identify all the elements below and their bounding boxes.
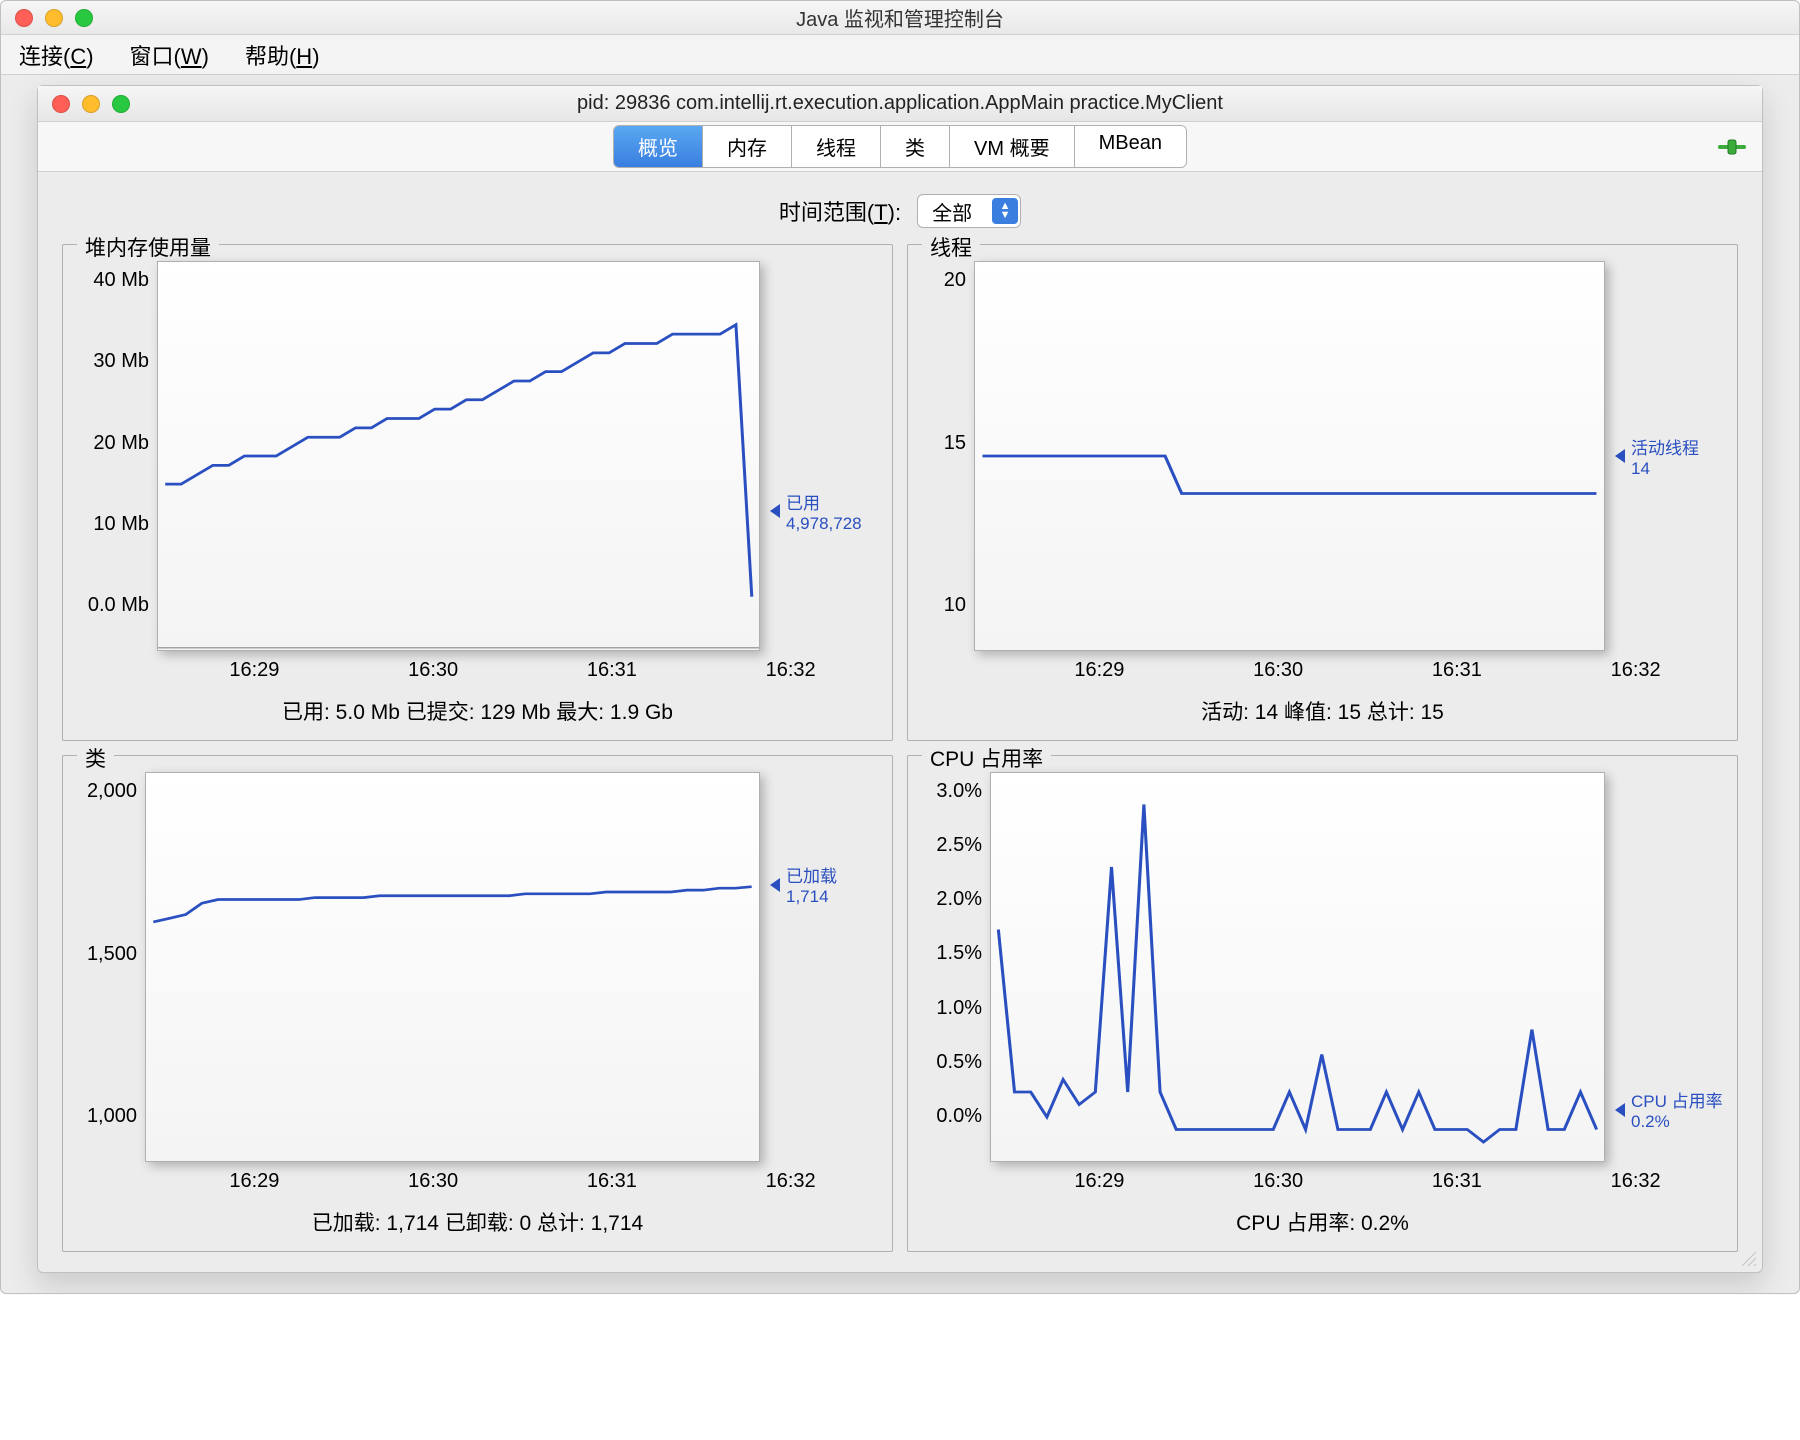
xaxis-cpu: 16:2916:3016:3116:32 [920,1162,1725,1193]
connection-status-icon [1718,137,1746,157]
triangle-left-icon [770,504,780,518]
stats-threads: 活动: 14 峰值: 15 总计: 15 [920,682,1725,732]
stats-cpu: CPU 占用率: 0.2% [920,1193,1725,1243]
callout-cpu: CPU 占用率 0.2% [1605,1087,1725,1132]
tab-memory[interactable]: 内存 [703,126,792,167]
time-range-value: 全部 [932,197,972,226]
xaxis-heap: 16:2916:3016:3116:32 [75,651,880,682]
resize-grip-icon[interactable] [1740,1250,1758,1268]
panel-classes: 类 2,0001,5001,000 已加载 1,714 [62,755,893,1252]
yaxis-cpu: 3.0%2.5%2.0%1.5%1.0%0.5%0.0% [920,772,990,1162]
menubar: 连接(C) 窗口(W) 帮助(H) [1,35,1799,75]
chart-classes[interactable] [145,772,760,1162]
menu-window[interactable]: 窗口(W) [130,39,209,71]
panel-title-heap: 堆内存使用量 [77,232,219,262]
connection-window: pid: 29836 com.intellij.rt.execution.app… [37,85,1763,1273]
yaxis-classes: 2,0001,5001,000 [75,772,145,1162]
tab-segmented-control: 概览 内存 线程 类 VM 概要 MBean [613,125,1187,168]
panel-title-threads: 线程 [922,232,980,262]
chart-heap[interactable] [157,261,760,651]
triangle-left-icon [1615,449,1625,463]
callout-threads: 活动线程 14 [1605,434,1725,479]
tab-overview[interactable]: 概览 [614,126,703,167]
panel-cpu: CPU 占用率 3.0%2.5%2.0%1.5%1.0%0.5%0.0% CPU… [907,755,1738,1252]
tab-threads[interactable]: 线程 [792,126,881,167]
window-title: Java 监视和管理控制台 [1,3,1799,32]
menu-connect[interactable]: 连接(C) [19,39,94,71]
panel-title-cpu: CPU 占用率 [922,743,1051,773]
tab-classes[interactable]: 类 [881,126,950,167]
charts-grid: 堆内存使用量 40 Mb30 Mb20 Mb10 Mb0.0 Mb [38,244,1762,1272]
stats-classes: 已加载: 1,714 已卸载: 0 总计: 1,714 [75,1193,880,1243]
chart-threads[interactable] [974,261,1605,651]
tab-mbean[interactable]: MBean [1075,126,1186,167]
callout-heap: 已用 4,978,728 [760,489,880,534]
panel-heap: 堆内存使用量 40 Mb30 Mb20 Mb10 Mb0.0 Mb [62,244,893,741]
xaxis-threads: 16:2916:3016:3116:32 [920,651,1725,682]
tabbar: 概览 内存 线程 类 VM 概要 MBean [38,122,1762,172]
stats-heap: 已用: 5.0 Mb 已提交: 129 Mb 最大: 1.9 Gb [75,682,880,732]
chart-cpu[interactable] [990,772,1605,1162]
yaxis-threads: 201510 [920,261,974,651]
tab-vm-summary[interactable]: VM 概要 [950,126,1075,167]
connection-titlebar: pid: 29836 com.intellij.rt.execution.app… [38,86,1762,122]
panel-title-classes: 类 [77,743,114,773]
main-window: Java 监视和管理控制台 连接(C) 窗口(W) 帮助(H) pid: 298… [0,0,1800,1294]
main-titlebar: Java 监视和管理控制台 [1,1,1799,35]
chevron-updown-icon: ▲▼ [992,198,1018,224]
triangle-left-icon [1615,1103,1625,1117]
connection-title: pid: 29836 com.intellij.rt.execution.app… [38,92,1762,115]
yaxis-heap: 40 Mb30 Mb20 Mb10 Mb0.0 Mb [75,261,157,651]
menu-help[interactable]: 帮助(H) [245,39,320,71]
callout-classes: 已加载 1,714 [760,862,880,907]
time-range-select[interactable]: 全部 ▲▼ [917,194,1021,228]
time-range-row: 时间范围(T): 全部 ▲▼ [38,172,1762,244]
xaxis-classes: 16:2916:3016:3116:32 [75,1162,880,1193]
triangle-left-icon [770,878,780,892]
panel-threads: 线程 201510 活动线程 14 [907,244,1738,741]
time-range-label: 时间范围(T): [779,195,901,227]
